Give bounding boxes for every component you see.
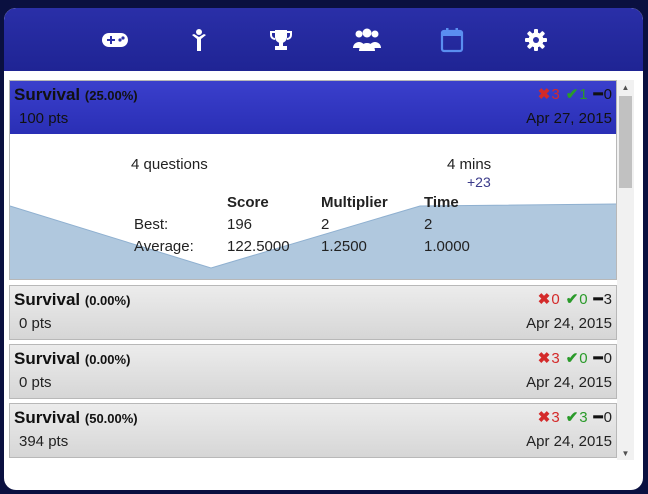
column-header: Score [227,194,269,211]
right-count: ✔ 1 [565,85,588,104]
game-item-header[interactable]: Survival (0.00%) 0 pts ✖ 3 ✔ 0 ━ 0 Apr 24, … [10,345,616,398]
game-points: 0 pts [19,315,52,332]
game-title: Survival (25.00%) [14,85,138,105]
skipped-count: ━ 3 [593,290,612,309]
check-icon: ✔ [565,291,579,308]
wrong-count: ✖ 3 [537,408,560,427]
cell-value: 122.5000 [227,238,290,255]
game-percent: (25.00%) [84,88,138,103]
game-history-list[interactable]: Survival (25.00%) 100 pts ✖ 3 ✔ 1 ━ 0 Apr 2… [9,80,617,460]
right-count: ✔ 3 [565,408,588,427]
minus-icon: ━ [593,409,603,426]
wrong-count: ✖ 0 [537,290,560,309]
time-spent: 4 mins [447,156,492,173]
game-stats: ✖ 3 ✔ 3 ━ 0 [537,408,612,427]
skipped-count: ━ 0 [593,349,612,368]
game-stats: ✖ 3 ✔ 0 ━ 0 [537,349,612,368]
game-points: 0 pts [19,374,52,391]
game-detail-panel: 4 questions 4 mins +23 Score Multiplier … [10,134,616,279]
question-count: 4 questions [131,156,208,173]
cell-value: 2 [424,216,433,233]
skipped-count: ━ 0 [593,85,612,104]
game-title: Survival (50.00%) [14,408,138,428]
game-mode: Survival [14,408,81,427]
score-trend-area [10,203,616,279]
game-item-header[interactable]: Survival (25.00%) 100 pts ✖ 3 ✔ 1 ━ 0 Apr 2… [10,81,616,134]
game-points: 100 pts [19,110,69,127]
game-mode: Survival [14,349,81,368]
minus-icon: ━ [593,350,603,367]
game-stats: ✖ 0 ✔ 0 ━ 3 [537,290,612,309]
column-header: Multiplier [321,194,388,211]
game-title: Survival (0.00%) [14,349,130,369]
game-item[interactable]: Survival (0.00%) 0 pts ✖ 3 ✔ 0 ━ 0 Apr 24, … [9,344,617,399]
minus-icon: ━ [593,86,603,103]
game-item[interactable]: Survival (0.00%) 0 pts ✖ 0 ✔ 0 ━ 3 Apr 24, … [9,285,617,340]
check-icon: ✔ [565,409,579,426]
check-icon: ✔ [565,350,579,367]
cell-value: 1.2500 [321,238,367,255]
cell-value: 196 [227,216,253,233]
calendar-icon[interactable] [436,26,468,54]
game-date: Apr 27, 2015 [526,110,612,127]
cell-value: 1.0000 [424,238,470,255]
game-item[interactable]: Survival (25.00%) 100 pts ✖ 3 ✔ 1 ━ 0 Apr 2… [9,80,617,280]
game-title: Survival (0.00%) [14,290,130,310]
game-mode: Survival [14,85,81,104]
game-item-header[interactable]: Survival (0.00%) 0 pts ✖ 0 ✔ 0 ━ 3 Apr 24, … [10,286,616,339]
right-count: ✔ 0 [565,290,588,309]
cross-icon: ✖ [537,291,551,308]
game-percent: (0.00%) [84,352,131,367]
wrong-count: ✖ 3 [537,85,560,104]
game-date: Apr 24, 2015 [526,374,612,391]
cell-value: 2 [321,216,330,233]
skipped-count: ━ 0 [593,408,612,427]
right-count: ✔ 0 [565,349,588,368]
scroll-up-arrow-icon[interactable]: ▲ [617,80,634,94]
row-label: Best: [134,216,169,233]
wrong-count: ✖ 3 [537,349,560,368]
check-icon: ✔ [565,86,579,103]
row-label: Average: [134,238,194,255]
cross-icon: ✖ [537,409,551,426]
time-delta: +23 [467,174,491,190]
game-points: 394 pts [19,433,69,450]
cross-icon: ✖ [537,86,551,103]
gamepad-icon[interactable] [99,26,131,54]
top-nav-bar [4,8,643,71]
game-date: Apr 24, 2015 [526,433,612,450]
trophy-icon[interactable] [265,26,297,54]
column-header: Time [424,194,459,211]
game-item-header[interactable]: Survival (50.00%) 394 pts ✖ 3 ✔ 3 ━ 0 Apr 2… [10,404,616,457]
game-date: Apr 24, 2015 [526,315,612,332]
game-mode: Survival [14,290,81,309]
game-percent: (50.00%) [84,411,138,426]
game-stats: ✖ 3 ✔ 1 ━ 0 [537,85,612,104]
cross-icon: ✖ [537,350,551,367]
gear-icon[interactable] [520,26,552,54]
scroll-thumb[interactable] [619,96,632,188]
person-icon[interactable] [183,26,215,54]
game-percent: (0.00%) [84,293,131,308]
minus-icon: ━ [593,291,603,308]
game-item[interactable]: Survival (50.00%) 394 pts ✖ 3 ✔ 3 ━ 0 Apr 2… [9,403,617,458]
users-icon[interactable] [351,26,383,54]
vertical-scrollbar[interactable]: ▲ ▼ [617,80,634,460]
scroll-down-arrow-icon[interactable]: ▼ [617,446,634,460]
